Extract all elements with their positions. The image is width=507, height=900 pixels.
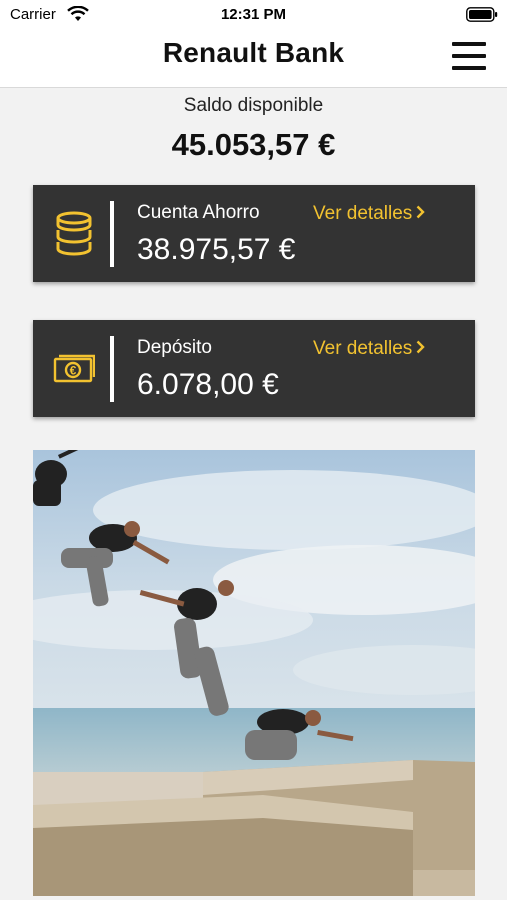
view-details-label: Ver detalles: [313, 203, 413, 224]
view-details-link[interactable]: Ver detalles: [313, 338, 425, 360]
available-balance-value: 45.053,57 €: [171, 127, 336, 162]
account-amount: 38.975,57 €: [137, 233, 296, 266]
euro-banknote-icon: €: [53, 354, 95, 383]
coins-stack-icon: [56, 211, 92, 256]
account-card-deposit[interactable]: € Depósito 6.078,00 € Ver detalles: [33, 320, 475, 417]
available-balance-label: Saldo disponible: [183, 95, 324, 116]
account-name: Depósito: [137, 337, 212, 358]
clock: 12:31 PM: [220, 6, 287, 23]
promo-image[interactable]: [33, 450, 475, 896]
account-card-savings[interactable]: Cuenta Ahorro 38.975,57 € Ver detalles: [33, 185, 475, 282]
chevron-right-icon: [416, 205, 425, 219]
app-title: Renault Bank: [162, 37, 345, 68]
status-bar: Carrier 12:31 PM: [0, 0, 507, 30]
card-divider: [110, 201, 114, 267]
hamburger-menu-icon[interactable]: [452, 42, 486, 70]
battery-icon: [466, 7, 498, 22]
parkour-jump-photo: [33, 450, 475, 896]
svg-text:€: €: [70, 364, 77, 378]
card-divider: [110, 336, 114, 402]
top-bar: Carrier 12:31 PM Renault Bank: [0, 0, 507, 88]
view-details-link[interactable]: Ver detalles: [313, 203, 425, 225]
account-name: Cuenta Ahorro: [137, 202, 260, 223]
account-amount: 6.078,00 €: [137, 368, 279, 401]
chevron-right-icon: [416, 340, 425, 354]
view-details-label: Ver detalles: [313, 338, 413, 359]
